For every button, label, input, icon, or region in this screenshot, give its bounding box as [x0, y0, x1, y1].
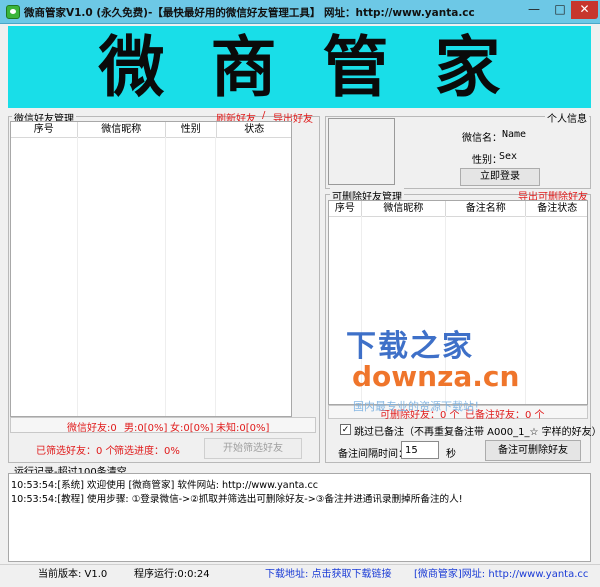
window-title: 微商管家V1.0 (永久免费)-【最快最好用的微信好友管理工具】 网址：http… [24, 7, 475, 19]
col-status[interactable]: 状态 [217, 122, 291, 137]
col-index[interactable]: 序号 [329, 201, 362, 216]
runtime-label: 程序运行:0:0:24 [134, 569, 210, 580]
watermark-sub: 国内最专业的资源下载站！ [353, 400, 485, 413]
link-separator: / [262, 110, 266, 121]
col-nickname[interactable]: 微信昵称 [78, 122, 166, 137]
close-button[interactable]: ✕ [571, 1, 598, 19]
site-link[interactable]: [微商管家]网址: http://www.yanta.cc [414, 567, 588, 583]
avatar [328, 118, 395, 185]
col-nickname[interactable]: 微信昵称 [362, 201, 447, 216]
minimize-button[interactable]: — [521, 1, 547, 19]
friends-table-header: 序号 微信昵称 性别 状态 [11, 122, 291, 138]
col-remark-status[interactable]: 备注状态 [526, 201, 587, 216]
watermark-en: downza.cn [352, 360, 520, 393]
col-remark-name[interactable]: 备注名称 [446, 201, 527, 216]
interval-input[interactable] [401, 441, 439, 459]
filtered-count: 已筛选好友：0 个 [36, 446, 116, 457]
deletable-table-header: 序号 微信昵称 备注名称 备注状态 [329, 201, 587, 217]
skip-remarked-label: 跳过已备注（不再重复备注带 A000_1_☆ 字样的好友） [354, 427, 600, 438]
stat-friends: 微信好友:0 [67, 423, 117, 434]
friends-table[interactable]: 序号 微信昵称 性别 状态 [10, 121, 292, 417]
maximize-button[interactable]: □ [547, 1, 573, 19]
filter-progress: 筛选进度：0% [114, 446, 180, 457]
skip-remarked-checkbox[interactable]: ✓ [340, 424, 351, 435]
stat-male: 男:0[0%] [124, 423, 168, 434]
log-area[interactable]: 10:53:54:[系统] 欢迎使用 [微商管家] 软件网站: http://w… [8, 473, 591, 562]
wechat-name-value: Name [502, 129, 527, 140]
col-gender[interactable]: 性别 [166, 122, 217, 137]
wechat-app-icon [6, 5, 20, 19]
stat-unknown: 未知:0[0%] [216, 423, 270, 434]
watermark-cn: 下载之家 [346, 329, 474, 364]
profile-group-title: 个人信息 [545, 110, 589, 125]
stat-female: 女:0[0%] [170, 423, 214, 434]
wechat-name-label: 微信名： [462, 133, 502, 144]
banner-title: 微商管家 [98, 28, 547, 106]
log-line: 10:53:54:[教程] 使用步骤: ①登录微信->②抓取并筛选出可删除好友-… [11, 494, 463, 505]
start-filter-button[interactable]: 开始筛选好友 [204, 438, 302, 459]
gender-label: 性别： [472, 155, 502, 166]
interval-unit: 秒 [446, 449, 456, 460]
login-button[interactable]: 立即登录 [460, 168, 540, 186]
download-link[interactable]: 下载地址: 点击获取下载链接 [265, 567, 392, 583]
interval-label: 备注间隔时间： [338, 449, 408, 460]
version-label: 当前版本: V1.0 [38, 569, 108, 580]
app-banner: 微商管家 [8, 26, 591, 108]
col-index[interactable]: 序号 [11, 122, 78, 137]
gender-value: Sex [499, 151, 518, 162]
remark-deletable-button[interactable]: 备注可删除好友 [485, 440, 581, 461]
log-line: 10:53:54:[系统] 欢迎使用 [微商管家] 软件网站: http://w… [11, 480, 319, 491]
